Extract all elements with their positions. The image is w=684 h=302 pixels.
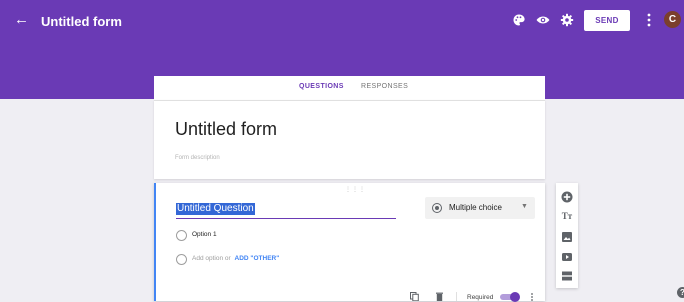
more-vert-icon[interactable] xyxy=(530,293,534,301)
form-header-card: Untitled form Form description xyxy=(154,100,545,179)
radio-unchecked-icon xyxy=(176,254,187,265)
add-option-input[interactable]: Add option xyxy=(192,255,223,262)
question-type-label: Multiple choice xyxy=(449,203,502,212)
radio-button-checked-icon xyxy=(432,203,442,213)
add-image-icon[interactable] xyxy=(561,231,573,243)
caret-down-icon: ▼ xyxy=(521,203,528,210)
gear-icon[interactable] xyxy=(560,13,574,27)
delete-icon[interactable] xyxy=(435,292,444,301)
question-type-select[interactable]: Multiple choice ▼ xyxy=(425,197,535,219)
option-label[interactable]: Option 1 xyxy=(192,231,217,238)
duplicate-icon[interactable] xyxy=(410,292,419,301)
tab-questions[interactable]: QUESTIONS xyxy=(299,83,344,90)
footer-divider xyxy=(456,292,457,301)
or-text: or xyxy=(224,255,231,262)
back-arrow-icon[interactable]: ← xyxy=(14,12,30,28)
help-icon[interactable]: ? xyxy=(677,287,684,298)
add-question-icon[interactable] xyxy=(561,191,573,203)
add-video-icon[interactable] xyxy=(561,251,573,263)
side-toolbar: Tᴛ xyxy=(556,183,578,288)
drag-handle-icon[interactable]: ⋮⋮⋮ xyxy=(345,186,366,193)
send-button[interactable]: SEND xyxy=(584,10,630,31)
radio-unchecked-icon xyxy=(176,230,187,241)
question-card[interactable]: ⋮⋮⋮ Untitled Question Multiple choice ▼ … xyxy=(154,183,545,301)
tab-responses[interactable]: RESPONSES xyxy=(361,83,408,90)
active-tab-indicator xyxy=(291,22,351,24)
more-vert-icon[interactable] xyxy=(646,12,652,28)
add-title-icon[interactable]: Tᴛ xyxy=(561,210,573,222)
palette-icon[interactable] xyxy=(512,13,526,27)
add-section-icon[interactable] xyxy=(561,270,573,282)
tabs-bar: QUESTIONS RESPONSES xyxy=(154,76,545,100)
required-label: Required xyxy=(467,294,494,301)
add-other-link[interactable]: ADD "OTHER" xyxy=(235,255,280,262)
avatar[interactable]: C xyxy=(664,11,681,28)
question-title-underline xyxy=(176,218,396,219)
form-description-field[interactable]: Form description xyxy=(175,155,220,161)
form-title[interactable]: Untitled form xyxy=(175,119,277,140)
app-title: Untitled form xyxy=(41,14,122,29)
eye-icon[interactable] xyxy=(536,13,550,27)
question-title-input[interactable]: Untitled Question xyxy=(176,203,255,215)
